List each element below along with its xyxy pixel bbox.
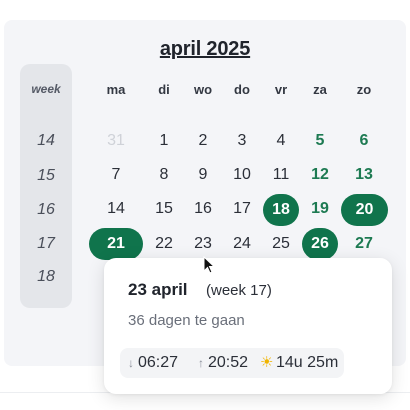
sun-times: ↓ 06:27 ↑ 20:52 ☀ 14u 25m — [120, 348, 344, 378]
day-cell[interactable]: 7 — [94, 160, 138, 190]
day-cell[interactable]: 3 — [220, 126, 264, 156]
day-cell[interactable]: 16 — [181, 194, 225, 224]
day-cell-weekend[interactable]: 6 — [342, 126, 386, 156]
week-number: 17 — [37, 235, 55, 252]
day-cell[interactable]: 1 — [142, 126, 186, 156]
weekday-header-za: za — [313, 82, 327, 97]
day-cell[interactable]: 17 — [220, 194, 264, 224]
weekday-header-do: do — [234, 82, 250, 97]
mouse-pointer-icon — [203, 256, 216, 274]
day-cell-weekend[interactable]: 5 — [298, 126, 342, 156]
tooltip-countdown: 36 dagen te gaan — [128, 312, 245, 329]
sun-icon: ☀ — [260, 354, 274, 371]
tooltip-date: 23 april — [128, 280, 188, 299]
day-cell-weekend[interactable]: 13 — [342, 160, 386, 190]
day-tooltip: 23 april (week 17) 36 dagen te gaan ↓ 06… — [104, 258, 392, 394]
day-cell[interactable]: 9 — [181, 160, 225, 190]
day-cell[interactable]: 15 — [142, 194, 186, 224]
day-cell-highlighted[interactable]: 20 — [341, 194, 388, 226]
week-number: 16 — [37, 201, 55, 218]
weekday-header-di: di — [158, 82, 170, 97]
arrow-down-icon: ↓ — [128, 356, 134, 370]
day-cell-weekend[interactable]: 27 — [342, 228, 386, 260]
week-number: 15 — [37, 167, 55, 184]
tooltip-week: (week 17) — [206, 282, 272, 299]
day-cell[interactable]: 14 — [94, 194, 138, 224]
day-cell[interactable]: 2 — [181, 126, 225, 156]
weekday-header-vr: vr — [274, 82, 288, 97]
week-column-header: week — [31, 82, 61, 96]
day-cell[interactable]: 8 — [142, 160, 186, 190]
day-cell[interactable]: 24 — [220, 228, 264, 260]
sunset-time: 20:52 — [208, 354, 249, 371]
weekday-header-wo: wo — [193, 82, 213, 97]
arrow-up-icon: ↑ — [198, 356, 204, 370]
day-cell[interactable]: 10 — [220, 160, 264, 190]
day-cell[interactable]: 31 — [94, 126, 138, 156]
sunrise-time: 06:27 — [138, 354, 179, 371]
weekday-header-ma: ma — [106, 82, 126, 97]
daylight-duration: 14u 25m — [276, 354, 339, 371]
day-cell[interactable]: 4 — [259, 126, 303, 156]
day-cell[interactable]: 11 — [259, 160, 303, 190]
weekday-header-zo: zo — [356, 82, 372, 97]
day-cell[interactable]: 22 — [142, 228, 186, 260]
week-number: 18 — [37, 268, 55, 285]
day-cell-weekend[interactable]: 19 — [298, 194, 342, 224]
week-number: 14 — [37, 132, 55, 149]
month-title[interactable]: april 2025 — [0, 38, 410, 61]
day-cell-highlighted[interactable]: 21 — [89, 228, 143, 260]
day-cell-highlighted[interactable]: 26 — [302, 228, 338, 260]
day-cell-highlighted[interactable]: 18 — [263, 194, 299, 226]
day-cell[interactable]: 25 — [259, 228, 303, 260]
day-cell-weekend[interactable]: 12 — [298, 160, 342, 190]
